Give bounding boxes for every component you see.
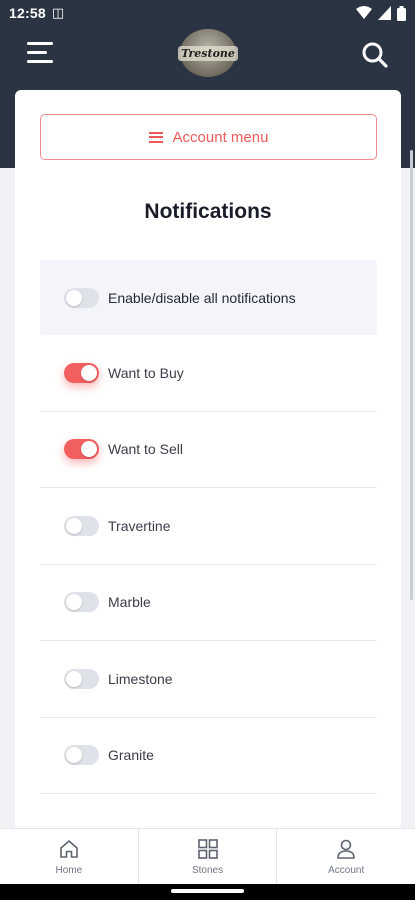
home-indicator[interactable] bbox=[171, 889, 244, 893]
sim-card-icon: ◫ bbox=[51, 5, 65, 20]
app-header: Trestone bbox=[0, 26, 415, 86]
nav-account-label: Account bbox=[328, 864, 365, 876]
notification-row[interactable]: Want to Sell bbox=[40, 412, 377, 488]
notification-toggle[interactable] bbox=[64, 362, 99, 383]
account-menu-label: Account menu bbox=[172, 128, 269, 146]
notification-toggle[interactable] bbox=[64, 287, 99, 308]
scrollbar[interactable] bbox=[410, 150, 413, 600]
user-icon bbox=[337, 839, 355, 859]
home-icon bbox=[60, 839, 78, 858]
notifications-card: Account menu Notifications Enable/disabl… bbox=[15, 90, 401, 830]
wifi-icon bbox=[356, 6, 372, 19]
notification-row[interactable]: Travertine bbox=[40, 488, 377, 565]
status-time: 12:58 bbox=[9, 5, 46, 21]
toggle-knob bbox=[66, 289, 82, 306]
toggle-knob bbox=[66, 517, 82, 534]
nav-stones[interactable]: Stones bbox=[139, 829, 278, 884]
toggle-knob bbox=[66, 670, 82, 687]
notification-row[interactable]: Limestone bbox=[40, 641, 377, 718]
menu-icon bbox=[148, 131, 163, 143]
menu-icon[interactable] bbox=[27, 40, 55, 66]
notification-label: Granite bbox=[108, 747, 154, 764]
toggle-knob bbox=[66, 594, 82, 611]
notification-toggle[interactable] bbox=[64, 439, 99, 460]
signal-icon bbox=[378, 6, 391, 20]
nav-home-label: Home bbox=[55, 864, 83, 876]
toggle-knob bbox=[66, 747, 82, 764]
notification-row[interactable]: Marble bbox=[40, 565, 377, 641]
logo-text: Trestone bbox=[178, 45, 238, 61]
page-title: Notifications bbox=[144, 200, 272, 223]
battery-icon bbox=[397, 5, 406, 21]
notification-label: Travertine bbox=[108, 517, 171, 534]
notification-label: Enable/disable all notifications bbox=[108, 289, 296, 306]
notification-toggle[interactable] bbox=[64, 592, 99, 613]
notification-label: Limestone bbox=[108, 670, 173, 687]
notification-list: Enable/disable all notifications Want to … bbox=[40, 260, 377, 794]
notification-toggle[interactable] bbox=[64, 745, 99, 766]
notification-row[interactable]: Want to Buy bbox=[40, 335, 377, 412]
notification-label: Want to Buy bbox=[108, 364, 184, 381]
toggle-knob bbox=[81, 364, 97, 381]
bottom-nav: Home Stones Account bbox=[0, 828, 415, 884]
nav-stones-label: Stones bbox=[191, 864, 224, 876]
account-menu-button[interactable]: Account menu bbox=[40, 114, 377, 160]
nav-home[interactable]: Home bbox=[0, 829, 139, 884]
notification-toggle[interactable] bbox=[64, 515, 99, 536]
gesture-bar bbox=[0, 884, 415, 900]
notification-row-all[interactable]: Enable/disable all notifications bbox=[40, 260, 377, 335]
nav-account[interactable]: Account bbox=[277, 829, 415, 884]
app-logo[interactable]: Trestone bbox=[178, 29, 238, 77]
status-icons bbox=[356, 5, 406, 21]
notification-row[interactable]: Granite bbox=[40, 718, 377, 794]
notification-label: Want to Sell bbox=[108, 441, 183, 458]
status-bar: 12:58 ◫ bbox=[0, 0, 415, 26]
search-icon[interactable] bbox=[360, 40, 390, 70]
notification-label: Marble bbox=[108, 594, 151, 611]
notification-toggle[interactable] bbox=[64, 668, 99, 689]
grid-icon bbox=[197, 838, 218, 859]
toggle-knob bbox=[81, 441, 97, 458]
